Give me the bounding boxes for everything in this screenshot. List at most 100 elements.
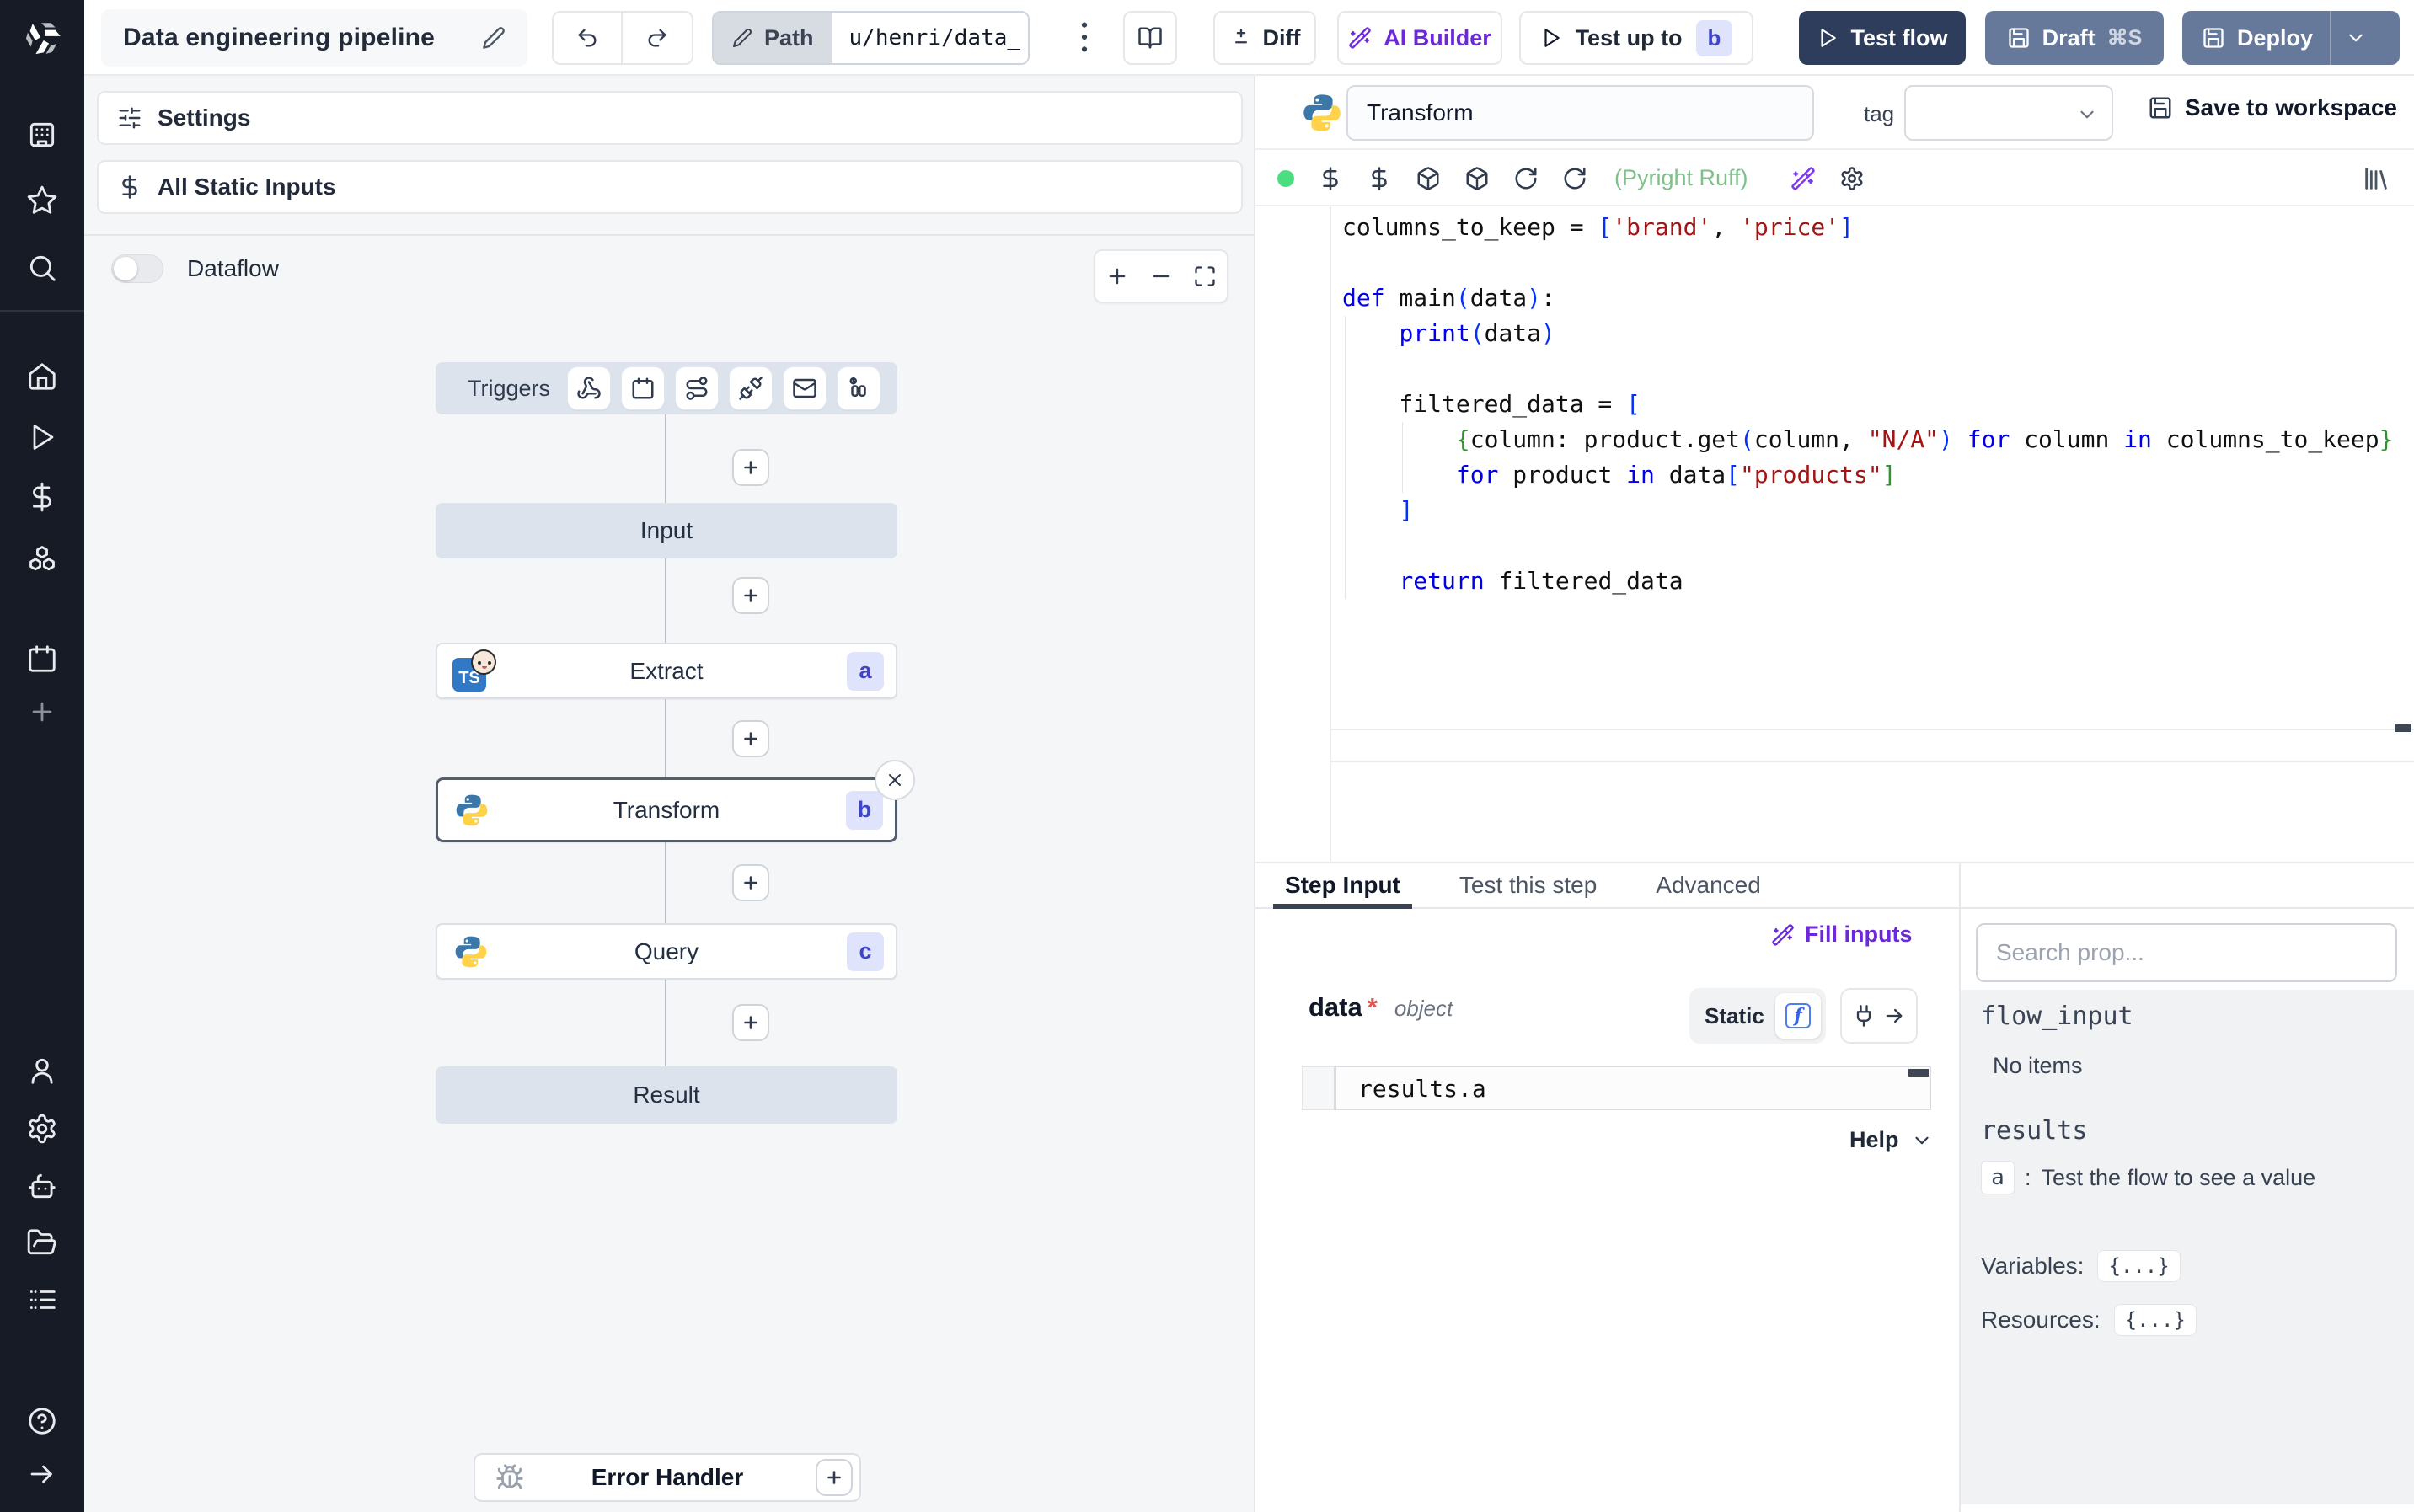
poll-trigger-icon[interactable] bbox=[837, 366, 881, 410]
path-label: Path bbox=[764, 24, 814, 51]
docs-book-icon[interactable] bbox=[1123, 11, 1177, 65]
reload-icon[interactable] bbox=[1513, 166, 1539, 191]
tab-advanced[interactable]: Advanced bbox=[1656, 863, 1761, 907]
ai-wand-icon[interactable] bbox=[1790, 166, 1816, 191]
list-icon[interactable] bbox=[26, 1284, 58, 1316]
favorites-star-icon[interactable] bbox=[26, 184, 58, 216]
search-prop-input[interactable]: Search prop... bbox=[1976, 923, 2397, 982]
triggers-node[interactable]: Triggers bbox=[436, 362, 897, 414]
home-icon[interactable] bbox=[26, 361, 58, 393]
schedules-calendar-icon[interactable] bbox=[26, 643, 58, 675]
flow-input-section[interactable]: flow_input bbox=[1981, 1002, 2414, 1031]
zoom-out-minus-icon[interactable] bbox=[1149, 264, 1173, 288]
zoom-in-plus-icon[interactable] bbox=[1105, 264, 1129, 288]
tab-test-this-step[interactable]: Test this step bbox=[1459, 863, 1597, 907]
chevron-down-icon bbox=[2349, 34, 2363, 42]
undo-button[interactable] bbox=[554, 13, 623, 63]
workspace-building-icon[interactable] bbox=[26, 119, 58, 151]
fit-view-icon[interactable] bbox=[1193, 264, 1217, 288]
topbar: Data engineering pipeline Path u/henri/d… bbox=[84, 0, 2414, 76]
add-step-button[interactable] bbox=[732, 720, 769, 757]
variable-dollar-icon[interactable] bbox=[1318, 166, 1343, 191]
reload-icon[interactable] bbox=[1562, 166, 1587, 191]
connect-input-button[interactable] bbox=[1840, 988, 1918, 1044]
route-trigger-icon[interactable] bbox=[675, 366, 720, 410]
test-up-to-button[interactable]: Test up to b bbox=[1519, 11, 1753, 65]
add-step-button[interactable] bbox=[732, 449, 769, 486]
tag-select[interactable] bbox=[1904, 85, 2113, 141]
chevron-down-icon bbox=[2080, 110, 2094, 119]
variables-chip[interactable]: {...} bbox=[2097, 1250, 2181, 1282]
result-node[interactable]: Result bbox=[436, 1066, 897, 1124]
result-key-badge[interactable]: a bbox=[1981, 1161, 2015, 1194]
step-name-input[interactable]: Transform bbox=[1346, 85, 1814, 141]
variables-row: Variables: {...} bbox=[1981, 1250, 2414, 1282]
package-icon[interactable] bbox=[1416, 166, 1441, 191]
static-mode-toggle[interactable]: Static f bbox=[1689, 988, 1826, 1044]
variables-dollar-icon[interactable] bbox=[26, 481, 58, 513]
fill-inputs-button[interactable]: Fill inputs bbox=[1771, 922, 1913, 948]
search-icon[interactable] bbox=[26, 252, 58, 284]
webhook-trigger-icon[interactable] bbox=[567, 366, 612, 410]
email-trigger-icon[interactable] bbox=[783, 366, 827, 410]
tab-step-input[interactable]: Step Input bbox=[1273, 863, 1412, 909]
resources-label: Resources: bbox=[1981, 1306, 2101, 1333]
error-handler-node[interactable]: Error Handler bbox=[474, 1453, 861, 1502]
path-input[interactable]: u/henri/data_ bbox=[832, 13, 1028, 63]
javascript-expression-button[interactable]: f bbox=[1775, 993, 1821, 1039]
settings-gear-icon[interactable] bbox=[26, 1113, 58, 1145]
resources-boxes-icon[interactable] bbox=[26, 542, 58, 574]
edit-title-pencil-icon[interactable] bbox=[482, 26, 506, 50]
more-options-kebab-icon[interactable] bbox=[1072, 17, 1097, 57]
editor-settings-gear-icon[interactable] bbox=[1839, 166, 1865, 191]
draft-button[interactable]: Draft ⌘S bbox=[1985, 11, 2164, 65]
chevron-down-icon bbox=[1914, 1136, 1929, 1144]
runs-play-icon[interactable] bbox=[27, 422, 57, 452]
deploy-button[interactable]: Deploy bbox=[2182, 11, 2400, 65]
user-icon[interactable] bbox=[26, 1055, 58, 1087]
expression-scrollbar[interactable] bbox=[1908, 1069, 1929, 1077]
dataflow-toggle[interactable] bbox=[111, 254, 163, 283]
results-section[interactable]: results bbox=[1981, 1116, 2414, 1146]
bot-icon[interactable] bbox=[26, 1170, 58, 1202]
query-node[interactable]: Query c bbox=[436, 923, 897, 980]
websocket-plug-trigger-icon[interactable] bbox=[729, 366, 773, 410]
help-toggle[interactable]: Help bbox=[1849, 1127, 1933, 1153]
transform-node-badge: b bbox=[846, 790, 883, 830]
code-editor[interactable]: columns_to_keep = ['brand', 'price'] def… bbox=[1255, 206, 2414, 862]
add-error-handler-button[interactable] bbox=[816, 1459, 853, 1496]
library-icon[interactable] bbox=[2362, 164, 2390, 193]
folder-icon[interactable] bbox=[26, 1226, 58, 1258]
extract-node[interactable]: TS Extract a bbox=[436, 643, 897, 699]
package-icon[interactable] bbox=[1464, 166, 1490, 191]
diff-button[interactable]: Diff bbox=[1213, 11, 1316, 65]
code-content[interactable]: columns_to_keep = ['brand', 'price'] def… bbox=[1342, 210, 2393, 599]
collapse-arrow-icon[interactable] bbox=[27, 1459, 57, 1489]
add-step-button[interactable] bbox=[732, 864, 769, 901]
editor-scrollbar[interactable] bbox=[2395, 724, 2411, 732]
test-flow-button[interactable]: Test flow bbox=[1799, 11, 1966, 65]
path-button[interactable]: Path bbox=[714, 13, 832, 63]
all-static-inputs-row[interactable]: All Static Inputs bbox=[97, 160, 1243, 214]
schedule-trigger-icon[interactable] bbox=[621, 366, 666, 410]
ai-builder-button[interactable]: AI Builder bbox=[1337, 11, 1502, 65]
test-up-to-label: Test up to bbox=[1575, 24, 1683, 51]
windmill-logo[interactable] bbox=[22, 17, 64, 59]
remove-step-close-icon[interactable] bbox=[875, 760, 915, 800]
resource-dollar-icon[interactable] bbox=[1367, 166, 1392, 191]
save-to-workspace-button[interactable]: Save to workspace bbox=[2148, 94, 2397, 121]
resources-chip[interactable]: {...} bbox=[2113, 1304, 2197, 1336]
variables-label: Variables: bbox=[1981, 1253, 2085, 1279]
expression-input[interactable]: results.a bbox=[1335, 1066, 1931, 1110]
add-step-button[interactable] bbox=[732, 577, 769, 614]
input-node[interactable]: Input bbox=[436, 503, 897, 558]
help-circle-icon[interactable] bbox=[26, 1405, 58, 1437]
step-tabs: Step Input Test this step Advanced bbox=[1255, 862, 2414, 909]
transform-node-selected[interactable]: Transform b bbox=[436, 760, 915, 842]
flow-settings-row[interactable]: Settings bbox=[97, 91, 1243, 145]
redo-button[interactable] bbox=[623, 13, 692, 63]
deploy-dropdown-button[interactable] bbox=[2331, 27, 2380, 49]
add-plus-icon[interactable] bbox=[28, 697, 56, 726]
flow-divider bbox=[84, 234, 1254, 236]
add-step-button[interactable] bbox=[732, 1004, 769, 1041]
